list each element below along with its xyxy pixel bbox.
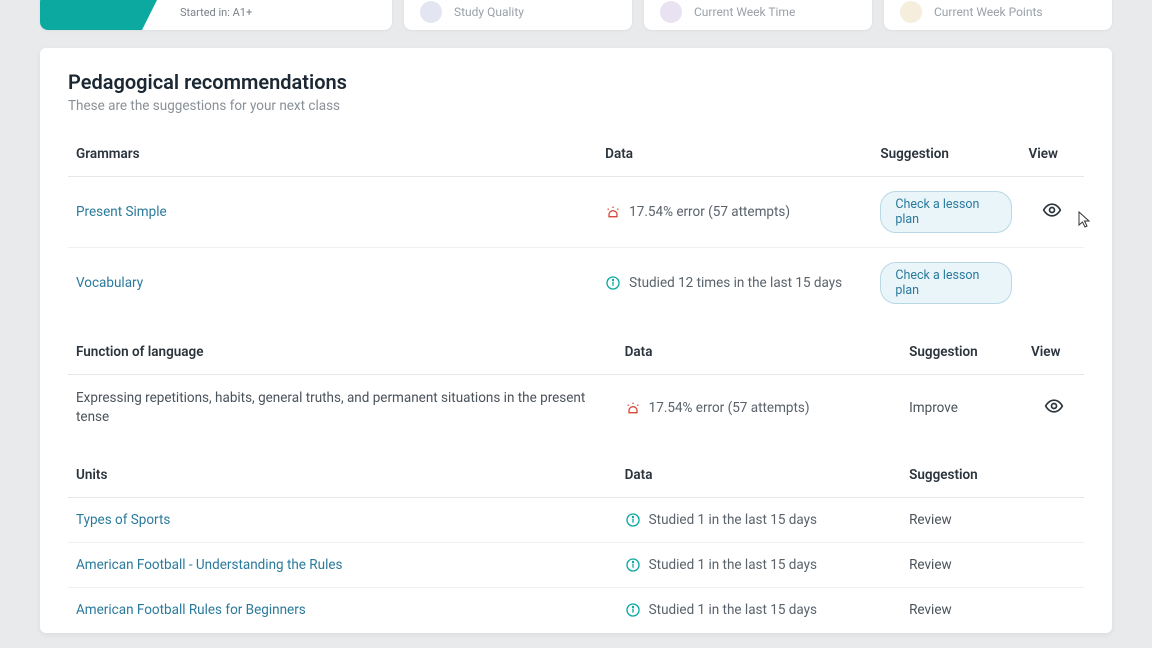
check-lesson-plan-button[interactable]: Check a lesson plan xyxy=(880,191,1012,233)
grammar-name[interactable]: Present Simple xyxy=(68,177,597,248)
grammars-header-name: Grammars xyxy=(68,134,597,177)
grammar-view xyxy=(1020,177,1084,248)
started-in-label: Started in: A1+ xyxy=(180,6,252,19)
unit-name[interactable]: American Football Rules for Beginners xyxy=(68,587,617,632)
unit-name[interactable]: American Football - Understanding the Ru… xyxy=(68,542,617,587)
function-view xyxy=(1023,375,1084,441)
grammar-suggestion: Check a lesson plan xyxy=(872,177,1020,248)
functions-header-data: Data xyxy=(617,332,901,375)
table-row: American Football Rules for BeginnersStu… xyxy=(68,587,1084,632)
grammar-data: 17.54% error (57 attempts) xyxy=(597,177,872,248)
unit-suggestion: Review xyxy=(901,587,1084,632)
units-header-name: Units xyxy=(68,455,617,498)
week-time-label: Current Week Time xyxy=(694,5,795,19)
table-row: American Football - Understanding the Ru… xyxy=(68,542,1084,587)
week-points-icon xyxy=(900,1,922,23)
grammars-header-suggestion: Suggestion xyxy=(872,134,1020,177)
table-row: Present Simple17.54% error (57 attempts)… xyxy=(68,177,1084,248)
grammar-name[interactable]: Vocabulary xyxy=(68,248,597,319)
function-suggestion: Improve xyxy=(901,375,1023,441)
top-cards-row: Started in: A1+ Study Quality Current We… xyxy=(0,0,1152,30)
grammars-header-view: View xyxy=(1020,134,1084,177)
week-time-icon xyxy=(660,1,682,23)
panel-title: Pedagogical recommendations xyxy=(68,70,1084,94)
check-lesson-plan-button[interactable]: Check a lesson plan xyxy=(880,262,1012,304)
grammars-header-data: Data xyxy=(597,134,872,177)
card-current-week-time: Current Week Time xyxy=(644,0,872,30)
grammars-table: Grammars Data Suggestion View Present Si… xyxy=(68,134,1084,318)
info-icon xyxy=(625,602,641,618)
functions-table: Function of language Data Suggestion Vie… xyxy=(68,332,1084,441)
eye-icon[interactable] xyxy=(1042,200,1062,220)
study-quality-icon xyxy=(420,1,442,23)
units-table: Units Data Suggestion Types of SportsStu… xyxy=(68,455,1084,632)
info-icon xyxy=(625,512,641,528)
alert-icon xyxy=(625,400,641,416)
alert-icon xyxy=(605,204,621,220)
grammars-section: Grammars Data Suggestion View Present Si… xyxy=(68,134,1084,318)
grammar-data: Studied 12 times in the last 15 days xyxy=(597,248,872,319)
grammar-suggestion: Check a lesson plan xyxy=(872,248,1020,319)
functions-header-suggestion: Suggestion xyxy=(901,332,1023,375)
units-header-suggestion: Suggestion xyxy=(901,455,1084,498)
unit-data: Studied 1 in the last 15 days xyxy=(617,587,901,632)
functions-header-view: View xyxy=(1023,332,1084,375)
table-row: Expressing repetitions, habits, general … xyxy=(68,375,1084,441)
view-button[interactable] xyxy=(1037,200,1067,220)
function-data: 17.54% error (57 attempts) xyxy=(617,375,901,441)
unit-data: Studied 1 in the last 15 days xyxy=(617,542,901,587)
grammar-view xyxy=(1020,248,1084,319)
card-study-quality: Study Quality xyxy=(404,0,632,30)
unit-suggestion: Review xyxy=(901,497,1084,542)
unit-name[interactable]: Types of Sports xyxy=(68,497,617,542)
functions-header-name: Function of language xyxy=(68,332,617,375)
functions-section: Function of language Data Suggestion Vie… xyxy=(68,332,1084,441)
panel-subtitle: These are the suggestions for your next … xyxy=(68,98,1084,114)
study-quality-label: Study Quality xyxy=(454,5,524,19)
function-name: Expressing repetitions, habits, general … xyxy=(68,375,617,441)
card-started-in: Started in: A1+ xyxy=(40,0,392,30)
table-row: Types of SportsStudied 1 in the last 15 … xyxy=(68,497,1084,542)
unit-data: Studied 1 in the last 15 days xyxy=(617,497,901,542)
units-section: Units Data Suggestion Types of SportsStu… xyxy=(68,455,1084,632)
recommendations-panel: Pedagogical recommendations These are th… xyxy=(40,48,1112,633)
card-current-week-points: Current Week Points xyxy=(884,0,1112,30)
info-icon xyxy=(605,275,621,291)
unit-suggestion: Review xyxy=(901,542,1084,587)
units-header-data: Data xyxy=(617,455,901,498)
table-row: VocabularyStudied 12 times in the last 1… xyxy=(68,248,1084,319)
info-icon xyxy=(625,557,641,573)
view-button[interactable] xyxy=(1039,396,1069,416)
eye-icon[interactable] xyxy=(1044,396,1064,416)
week-points-label: Current Week Points xyxy=(934,5,1043,19)
